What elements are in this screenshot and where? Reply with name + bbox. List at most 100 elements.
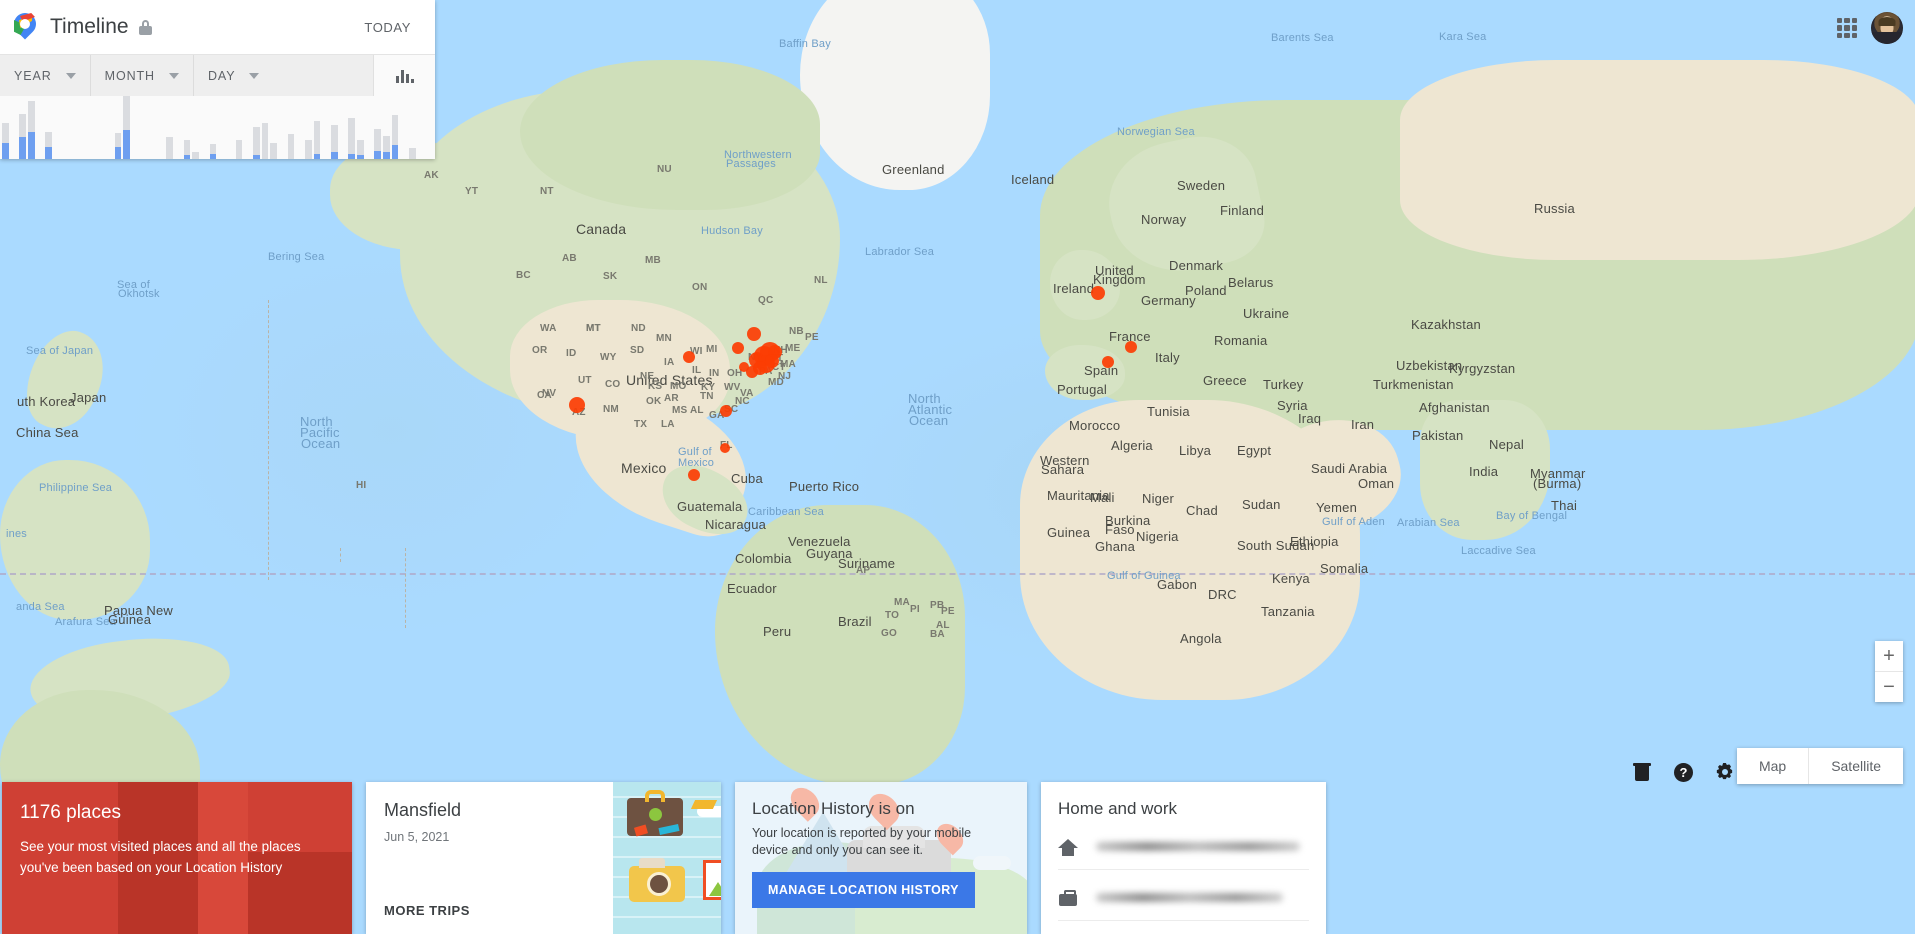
map-location-dot[interactable] [1102,356,1114,368]
histogram-bar[interactable] [36,96,45,159]
histogram-bar[interactable] [261,96,270,159]
histogram-bar[interactable] [330,96,339,159]
map-sea-label: Philippine Sea [39,482,113,494]
map-country-label: China Sea [16,425,79,440]
map-location-dot[interactable] [765,354,779,368]
map-state-label: BA [930,629,945,640]
histogram-bar[interactable] [131,96,140,159]
histogram-bar[interactable] [79,96,88,159]
histogram-bar[interactable] [356,96,365,159]
histogram-bar[interactable] [200,96,209,159]
date-selectors: YEAR MONTH DAY [0,54,435,96]
map-location-dot[interactable] [747,327,761,341]
manage-location-history-button[interactable]: MANAGE LOCATION HISTORY [752,872,975,908]
histogram-bar[interactable] [165,96,174,159]
places-count: 1176 places [20,802,122,823]
work-address-row[interactable] [1058,888,1309,921]
map-country-label: uth Korea [17,394,76,409]
month-selector[interactable]: MONTH [91,55,194,96]
histogram-bar[interactable] [70,96,79,159]
trip-card[interactable]: Mansfield Jun 5, 2021 MORE TRIPS [366,782,721,934]
map-country-label: Tanzania [1261,604,1315,619]
histogram-bar[interactable] [313,96,322,159]
histogram-bar-total [114,132,122,147]
map-state-label: MA [894,597,910,608]
map-country-label: Peru [763,624,792,639]
histogram-bar[interactable] [105,96,114,159]
histogram-bar[interactable] [10,96,19,159]
map-country-label: Guatemala [677,499,743,514]
map-location-dot[interactable] [1091,286,1105,300]
map-sea-label: Laccadive Sea [1461,545,1536,557]
day-selector[interactable]: DAY [194,55,373,96]
map-location-dot[interactable] [688,469,700,481]
map-country-label: Italy [1155,350,1180,365]
zoom-out-button[interactable]: − [1875,672,1903,702]
map-location-dot[interactable] [1125,341,1137,353]
histogram-bar[interactable] [44,96,53,159]
day-selector-label: DAY [207,68,236,83]
map-location-dot[interactable] [739,362,749,372]
map-state-label: MB [645,255,661,266]
chart-toggle-button[interactable] [373,55,435,96]
histogram-bar-total [261,123,269,159]
avatar[interactable] [1871,12,1903,44]
map-location-dot[interactable] [569,397,585,413]
histogram-bar[interactable] [217,96,226,159]
histogram-bar[interactable] [425,96,434,159]
today-button[interactable]: TODAY [354,12,421,43]
histogram-bar[interactable] [157,96,166,159]
histogram-bar[interactable] [391,96,400,159]
month-selector-label: MONTH [104,68,155,83]
histogram-bar[interactable] [321,96,330,159]
histogram-bar[interactable] [295,96,304,159]
histogram-bar[interactable] [53,96,62,159]
map-location-dot[interactable] [720,405,732,417]
histogram-bar[interactable] [226,96,235,159]
histogram-bar[interactable] [174,96,183,159]
map-location-dot[interactable] [720,443,730,453]
histogram-bar[interactable] [1,96,10,159]
chevron-down-icon [65,72,76,79]
histogram-bar[interactable] [252,96,261,159]
histogram-bar[interactable] [365,96,374,159]
activity-histogram[interactable] [0,96,435,159]
histogram-bar[interactable] [191,96,200,159]
map-location-dot[interactable] [683,351,695,363]
histogram-bar[interactable] [382,96,391,159]
apps-grid-icon[interactable] [1837,18,1857,38]
home-address-row[interactable] [1058,837,1309,870]
zoom-in-button[interactable]: + [1875,641,1903,671]
histogram-bar[interactable] [304,96,313,159]
histogram-bar[interactable] [339,96,348,159]
histogram-bar[interactable] [88,96,97,159]
histogram-bar[interactable] [148,96,157,159]
histogram-bar[interactable] [18,96,27,159]
more-trips-button[interactable]: MORE TRIPS [384,903,595,918]
histogram-bar[interactable] [96,96,105,159]
histogram-bar[interactable] [287,96,296,159]
histogram-bar[interactable] [183,96,192,159]
map-location-dot[interactable] [732,342,744,354]
histogram-bar[interactable] [417,96,426,159]
histogram-bar[interactable] [347,96,356,159]
histogram-bar[interactable] [209,96,218,159]
histogram-bar[interactable] [269,96,278,159]
year-selector[interactable]: YEAR [0,55,91,96]
places-card[interactable]: 1176 places See your most visited places… [2,782,352,934]
histogram-bar[interactable] [27,96,36,159]
histogram-bar[interactable] [114,96,123,159]
histogram-bar[interactable] [408,96,417,159]
histogram-bar[interactable] [62,96,71,159]
histogram-bar[interactable] [243,96,252,159]
histogram-bar[interactable] [373,96,382,159]
map-country-label: Romania [1214,333,1268,348]
histogram-bar[interactable] [399,96,408,159]
histogram-bar[interactable] [140,96,149,159]
map-sea-label: Mexico [678,457,715,469]
map-state-label: WV [724,382,741,393]
histogram-bar[interactable] [122,96,131,159]
histogram-bar[interactable] [278,96,287,159]
histogram-bar-active [114,146,122,159]
histogram-bar[interactable] [235,96,244,159]
